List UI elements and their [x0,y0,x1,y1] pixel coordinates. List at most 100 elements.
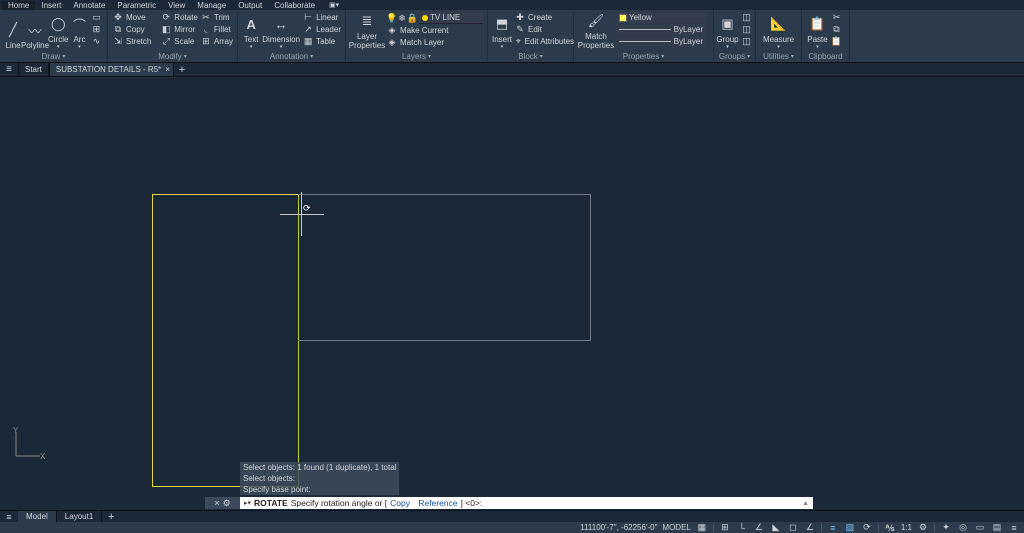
lineweight-toggle[interactable]: ≡ [827,523,839,533]
space-toggle[interactable]: MODEL [662,523,690,532]
group-opt2-icon[interactable]: ◫ [741,24,753,35]
mirror-button[interactable]: ◧Mirror [160,24,198,35]
chevron-down-icon[interactable]: ▾ [540,53,543,60]
close-icon[interactable]: × [165,65,170,74]
history-up-icon[interactable]: ▲ [802,500,809,507]
menu-output[interactable]: Output [232,1,268,10]
menu-view[interactable]: View [162,1,191,10]
menu-annotate[interactable]: Annotate [67,1,111,10]
drawing-canvas[interactable]: ⟳ Y X Select objects: 1 found (1 duplica… [0,79,1024,522]
stretch-icon: ⇲ [112,36,124,47]
annotation-monitor-icon[interactable]: ◎ [957,522,969,533]
match-layer-button[interactable]: ◈Match Layer [386,37,483,48]
layout-menu-icon[interactable]: ≡ [0,512,18,522]
customize-icon[interactable]: ≡ [1008,523,1020,533]
circle-label: Circle [48,35,68,44]
menu-insert[interactable]: Insert [35,1,67,10]
chevron-down-icon[interactable]: ▾ [184,53,187,60]
iso-icon[interactable]: ◣ [770,522,782,533]
stretch-button[interactable]: ⇲Stretch [112,36,158,47]
spline-icon[interactable]: ∿ [90,36,102,47]
bulb-icon[interactable]: 💡 [386,13,397,24]
ortho-icon[interactable]: └ [736,523,748,533]
scale-label[interactable]: 1:1 [901,523,912,532]
arc-button[interactable]: ⌒Arc▾ [70,12,88,50]
snap-icon[interactable]: ⊞ [719,522,731,533]
cycling-icon[interactable]: ⟳ [861,522,873,533]
linear-button[interactable]: ⊢Linear [302,12,341,23]
polyline-button[interactable]: 〰Polyline [24,12,46,50]
polar-icon[interactable]: ∠ [753,522,765,533]
paste-spec-icon[interactable]: 📋 [831,36,843,47]
command-input[interactable]: ▸▾ ROTATE Specify rotation angle or [Cop… [240,497,813,509]
create-button[interactable]: ✚Create [514,12,574,23]
options-icon[interactable]: ⚙ [223,498,231,509]
chevron-down-icon[interactable]: ▾ [62,53,65,60]
menu-manage[interactable]: Manage [191,1,232,10]
workspace-icon[interactable]: ✦ [940,522,952,533]
linetype-dropdown[interactable]: ByLayer [616,24,706,35]
scale-icon: ⤢ [160,36,172,47]
chevron-down-icon[interactable]: ▾ [428,53,431,60]
command-prompt: Specify rotation angle or [ [291,498,387,508]
menu-home[interactable]: Home [2,1,35,10]
layer-dropdown[interactable]: TV LINE [419,12,483,24]
command-opt-copy[interactable]: Copy [390,498,410,508]
lock-icon[interactable]: 🔒 [407,13,418,24]
osnap-icon[interactable]: ◻ [787,522,799,533]
group-button[interactable]: ▣Group▾ [717,12,739,50]
gear-icon[interactable]: ⚙ [917,522,929,533]
menu-collaborate[interactable]: Collaborate [268,1,321,10]
tab-menu-icon[interactable]: ≡ [0,64,18,75]
circle-button[interactable]: ◯Circle▾ [48,12,68,50]
color-dropdown[interactable]: Yellow [616,12,706,23]
chevron-down-icon[interactable]: ▾ [661,53,664,60]
paste-button[interactable]: 📋Paste▾ [807,12,829,50]
scale-button[interactable]: ⤢Scale [160,36,198,47]
copy-clip-icon[interactable]: ⧉ [831,24,843,35]
model-tab[interactable]: Model [18,511,57,523]
chevron-down-icon[interactable]: ▾ [310,53,313,60]
units-icon[interactable]: ▭ [974,522,986,533]
menu-parametric[interactable]: Parametric [111,1,162,10]
app-switcher-icon[interactable]: ▣▾ [327,0,341,10]
annoscale-icon[interactable]: ⅍ [884,523,896,533]
trim-button[interactable]: ✂Trim [200,12,233,23]
otrack-icon[interactable]: ∠ [804,522,816,533]
table-button[interactable]: ▦Table [302,36,341,47]
group-opt1-icon[interactable]: ◫ [741,12,753,23]
command-opt-reference[interactable]: Reference [418,498,457,508]
rect-icon[interactable]: ▭ [90,12,102,23]
rotate-button[interactable]: ⟳Rotate [160,12,198,23]
copy-button[interactable]: ⧉Copy [112,24,158,35]
edit-attr-button[interactable]: ⌖Edit Attributes [514,36,574,47]
edit-button[interactable]: ✎Edit [514,24,574,35]
leader-button[interactable]: ↗Leader [302,24,341,35]
quick-props-icon[interactable]: ▤ [991,522,1003,533]
add-layout-button[interactable]: + [102,511,120,523]
make-current-button[interactable]: ◈Make Current [386,25,483,36]
grid-icon[interactable]: ▦ [696,522,708,533]
hatch-icon[interactable]: ⊞ [90,24,102,35]
text-button[interactable]: AText▾ [242,12,260,50]
lineweight-dropdown[interactable]: ByLayer [616,36,706,47]
array-button[interactable]: ⊞Array [200,36,233,47]
layout1-tab[interactable]: Layout1 [57,511,102,523]
line-button[interactable]: ╱Line [4,12,22,50]
document-tab[interactable]: SUBSTATION DETAILS - R5*× [49,63,174,76]
match-properties-button[interactable]: 🖌MatchProperties [578,12,614,50]
cut-icon[interactable]: ✂ [831,12,843,23]
fillet-button[interactable]: ◟Fillet [200,24,233,35]
dimension-button[interactable]: ↔Dimension▾ [262,12,300,50]
layer-properties-button[interactable]: ≣LayerProperties [350,12,384,50]
close-cmd-icon[interactable]: × [214,498,219,508]
new-tab-button[interactable]: + [174,64,190,76]
measure-button[interactable]: 📐Measure▾ [761,12,797,50]
freeze-icon[interactable]: ❄ [398,13,406,24]
command-handle[interactable]: ×⚙ [205,497,240,509]
start-tab[interactable]: Start [18,63,49,76]
move-button[interactable]: ✥Move [112,12,158,23]
insert-button[interactable]: ⬒Insert▾ [492,12,512,50]
transparency-toggle[interactable]: ▨ [844,522,856,533]
group-opt3-icon[interactable]: ◫ [741,36,753,47]
